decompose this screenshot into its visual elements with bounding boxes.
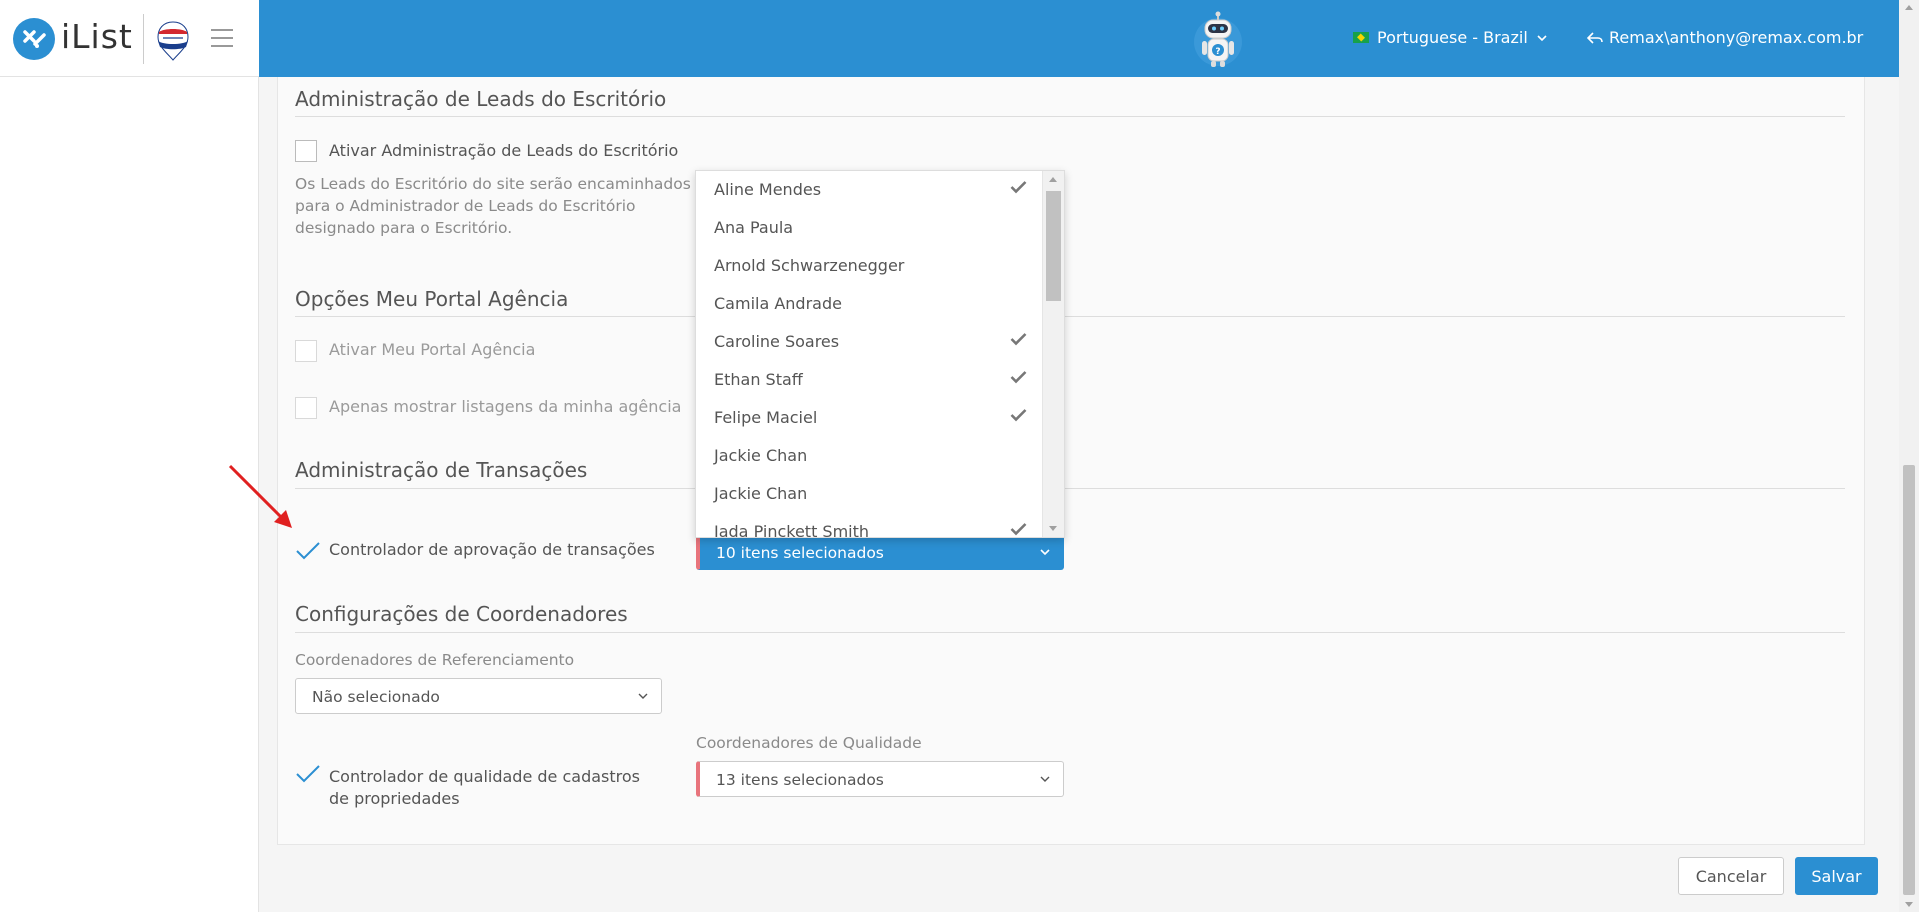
transactions-approval-checkbox-checkmark-icon[interactable] (295, 540, 321, 562)
option-name: Ana Paula (714, 218, 794, 237)
scroll-down-icon[interactable] (1905, 902, 1913, 907)
leads-admin-label: Ativar Administração de Leads do Escritó… (329, 141, 679, 160)
quality-control-checkbox-checkmark-icon[interactable] (295, 763, 321, 785)
dropdown-option[interactable]: Arnold Schwarzenegger (696, 247, 1040, 285)
option-name: Ethan Staff (714, 370, 803, 389)
menu-toggle-icon[interactable] (211, 29, 233, 47)
checkmark-icon (1010, 333, 1027, 346)
option-name: Caroline Soares (714, 332, 840, 351)
section-title-coordinators: Configurações de Coordenadores (295, 602, 628, 626)
transactions-approvers-select[interactable]: 10 itens selecionados (696, 534, 1064, 570)
section-title-transactions: Administração de Transações (295, 458, 588, 482)
settings-panel: Administração de Leads do Escritório Ati… (277, 77, 1865, 845)
referral-coordinators-value: Não selecionado (312, 688, 440, 706)
red-annotation-arrow-icon (228, 464, 292, 528)
help-robot-icon[interactable]: ? (1190, 10, 1246, 70)
section-title-portal: Opções Meu Portal Agência (295, 287, 569, 311)
section-divider (295, 632, 1845, 633)
dropdown-option[interactable]: Jackie Chan (696, 475, 1040, 513)
dropdown-option[interactable]: Ana Paula (696, 209, 1040, 247)
cancel-button[interactable]: Cancelar (1678, 857, 1784, 895)
left-sidebar (0, 77, 259, 912)
chevron-down-icon (638, 693, 648, 699)
transactions-approvers-value: 10 itens selecionados (716, 544, 884, 562)
portal-enable-checkbox[interactable] (295, 340, 317, 362)
dropdown-option[interactable]: Ethan Staff (696, 361, 1040, 399)
checkmark-icon (1010, 409, 1027, 422)
scroll-thumb[interactable] (1046, 191, 1061, 301)
logo-divider (143, 14, 144, 64)
chevron-down-icon (1040, 776, 1050, 782)
section-divider (295, 116, 1845, 117)
option-name: Jackie Chan (714, 446, 808, 465)
checkmark-icon (1010, 181, 1027, 194)
chevron-down-icon (1537, 34, 1547, 41)
option-name: Aline Mendes (714, 180, 822, 199)
section-title-leads: Administração de Leads do Escritório (295, 87, 667, 111)
scroll-down-icon[interactable] (1049, 526, 1057, 531)
quality-coordinators-select[interactable]: 13 itens selecionados (696, 761, 1064, 797)
quality-coordinators-value: 13 itens selecionados (716, 771, 884, 789)
referral-coordinators-label: Coordenadores de Referenciamento (295, 651, 575, 669)
portal-own-listings-checkbox[interactable] (295, 397, 317, 419)
page-scrollbar[interactable] (1899, 0, 1919, 912)
dropdown-option[interactable]: Jada Pinckett Smith (696, 513, 1040, 538)
scroll-up-icon[interactable] (1905, 5, 1913, 10)
option-name: Felipe Maciel (714, 408, 818, 427)
checkmark-icon (1010, 371, 1027, 384)
save-button[interactable]: Salvar (1795, 857, 1878, 895)
option-name: Arnold Schwarzenegger (714, 256, 905, 275)
transactions-approval-label: Controlador de aprovação de transações (329, 540, 655, 559)
dropdown-option[interactable]: Aline Mendes (696, 171, 1040, 209)
option-name: Jackie Chan (714, 484, 808, 503)
dropdown-option[interactable]: Felipe Maciel (696, 399, 1040, 437)
dropdown-option[interactable]: Jackie Chan (696, 437, 1040, 475)
transactions-approvers-dropdown: Aline Mendes Ana Paula Arnold Schwarzene… (695, 170, 1065, 538)
section-divider (295, 316, 1845, 317)
scroll-up-icon[interactable] (1049, 177, 1057, 182)
section-divider (295, 488, 1845, 489)
portal-enable-label: Ativar Meu Portal Agência (329, 340, 536, 359)
app-name: iList (61, 17, 133, 56)
dropdown-scrollbar[interactable] (1042, 171, 1064, 537)
svg-text:?: ? (1215, 47, 1220, 57)
checkmark-icon (1010, 523, 1027, 536)
ilist-logo-icon (13, 18, 55, 60)
language-selector[interactable]: Portuguese - Brazil (1353, 28, 1548, 47)
logo-area: iList (0, 0, 259, 77)
dropdown-option[interactable]: Caroline Soares (696, 323, 1040, 361)
leads-admin-description: Os Leads do Escritório do site serão enc… (295, 175, 691, 237)
scroll-thumb[interactable] (1903, 465, 1915, 895)
language-label: Portuguese - Brazil (1377, 28, 1528, 47)
option-name: Jada Pinckett Smith (714, 522, 870, 538)
portal-own-listings-label: Apenas mostrar listagens da minha agênci… (329, 397, 682, 416)
user-label: Remax\anthony@remax.com.br (1609, 28, 1864, 47)
chevron-down-icon (1040, 549, 1050, 556)
option-name: Camila Andrade (714, 294, 842, 313)
leads-admin-checkbox[interactable] (295, 140, 317, 162)
top-navbar: ? Portuguese - Brazil Remax\anthony@rema… (259, 0, 1919, 77)
reply-icon (1587, 31, 1603, 44)
remax-balloon-logo (157, 21, 189, 61)
brazil-flag-icon (1353, 32, 1369, 43)
quality-coordinators-label: Coordenadores de Qualidade (696, 734, 922, 752)
quality-control-label-line2: de propriedades (329, 789, 460, 808)
quality-control-label-line1: Controlador de qualidade de cadastros (329, 767, 640, 786)
user-menu[interactable]: Remax\anthony@remax.com.br (1587, 28, 1863, 47)
dropdown-option[interactable]: Camila Andrade (696, 285, 1040, 323)
referral-coordinators-select[interactable]: Não selecionado (295, 678, 662, 714)
